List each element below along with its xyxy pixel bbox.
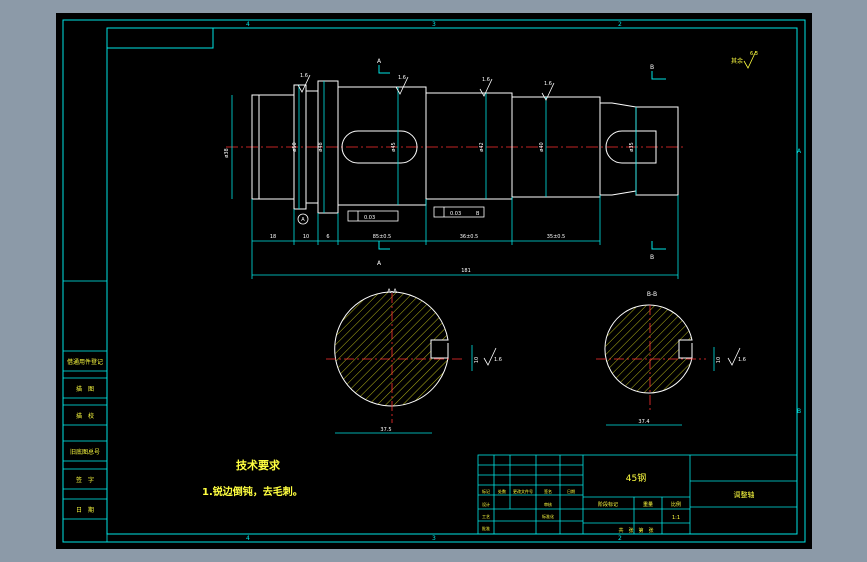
tb-label-7: 审核 [544,501,552,507]
left-row-4: 旧底图总号 [70,448,100,456]
zone-top-2: 3 [432,21,436,28]
arrow-b-top [651,71,666,80]
tb-label-3: 更改文件号 [513,488,533,494]
material: 45钢 [626,472,646,484]
section-bb-label: B-B [647,291,657,298]
outer-border [62,19,806,543]
roughness-1: 1.6 [300,73,308,79]
shaft-end [635,106,679,196]
mark-b-bottom: B [650,254,654,261]
tb-label-4: 签名 [544,488,552,494]
arrow-a-bottom [378,241,390,250]
zone-right-1: A [797,148,802,155]
part-name: 调整轴 [734,490,755,499]
roughness-4: 1.6 [544,81,552,87]
roughness-3: 1.6 [482,77,490,83]
zone-top-1: 4 [246,21,250,28]
dim-d5: ø42 [479,142,485,151]
left-row-1: 借通用件登记 [67,358,103,366]
section-aa-width: 37.5 [380,427,391,433]
arrow-b-bottom [651,241,666,250]
dim-total: 181 [461,268,471,274]
section-bb-roughness: 1.6 [738,357,746,363]
cad-viewport[interactable]: 4 3 2 4 3 2 A B A A B B ø38 ø50 ø48 ø45 … [56,13,812,549]
zone-bottom-1: 4 [246,535,250,542]
dim-len2: 10 [303,234,309,240]
tolerance-1: 0.03 [364,215,375,221]
zone-right-2: B [797,408,801,415]
tb-label-2: 处数 [498,488,506,494]
tech-req-title: 技术要求 [236,458,281,472]
tb-label-6: 设计 [482,501,490,507]
drawing-canvas: 4 3 2 4 3 2 A B A A B B ø38 ø50 ø48 ø45 … [62,19,806,543]
dim-d3: ø48 [318,142,324,151]
shaft-segment-4 [425,92,513,200]
left-row-2: 描 图 [76,385,94,393]
left-column [62,280,108,543]
roughness-other-value: 6.3 [750,51,758,57]
stage-label: 阶段标记 [598,501,618,508]
mark-b-top: B [650,64,654,71]
dim-len6: 35±0.5 [547,234,566,240]
left-column-frame [62,280,108,543]
tb-label-1: 标记 [482,488,490,494]
section-arrows [378,65,666,250]
weight-label: 重量 [643,501,653,508]
dim-d6: ø40 [539,142,545,151]
dim-d2: ø50 [292,142,298,151]
tb-label-8: 工艺 [482,514,490,519]
section-aa-roughness: 1.6 [494,357,502,363]
left-row-5: 签 字 [76,476,94,484]
section-aa-shape [334,291,449,407]
arrow-a-top [378,65,390,74]
tech-req-item-1: 1.锐边倒钝，去毛刺。 [202,485,303,498]
sheet-info: 共 张 第 张 [618,527,653,534]
shaft-segment-3 [337,86,427,206]
datum-a: A [301,217,305,223]
mark-a-top: A [377,58,382,65]
inner-border [106,27,798,535]
zone-bottom-3: 2 [618,535,622,542]
dim-len5: 36±0.5 [460,234,479,240]
left-column-rows: 借通用件登记 描 图 描 校 旧底图总号 签 字 日 期 [62,350,108,520]
corner-box [106,27,214,49]
section-bb-width: 37.4 [638,419,649,425]
dim-len1: 18 [270,234,276,240]
dim-len3: 6 [326,234,329,240]
section-bb-shape [604,304,693,394]
left-row-6: 日 期 [76,506,94,514]
scale-value: 1:1 [672,515,680,521]
tb-label-10: 批准 [482,525,490,531]
tolerance-2: 0.03 [450,211,461,217]
scale-label: 比例 [671,501,681,508]
left-row-3: 描 校 [76,412,94,420]
tb-label-5: 日期 [567,488,575,494]
zone-bottom-2: 3 [432,535,436,542]
roughness-2: 1.6 [398,75,406,81]
datum-b: B [476,211,480,217]
mark-a-bottom: A [377,260,382,267]
zone-top-3: 2 [618,21,622,28]
dim-d1: ø38 [224,148,230,157]
section-aa-key: 10 [474,357,480,363]
dim-len4: 85±0.5 [373,234,392,240]
dim-d7: ø35 [629,142,635,151]
tb-label-9: 标准化 [542,513,554,519]
roughness-other-label: 其余 [731,57,743,65]
dim-d4: ø45 [391,142,397,151]
section-bb-key: 10 [716,357,722,363]
